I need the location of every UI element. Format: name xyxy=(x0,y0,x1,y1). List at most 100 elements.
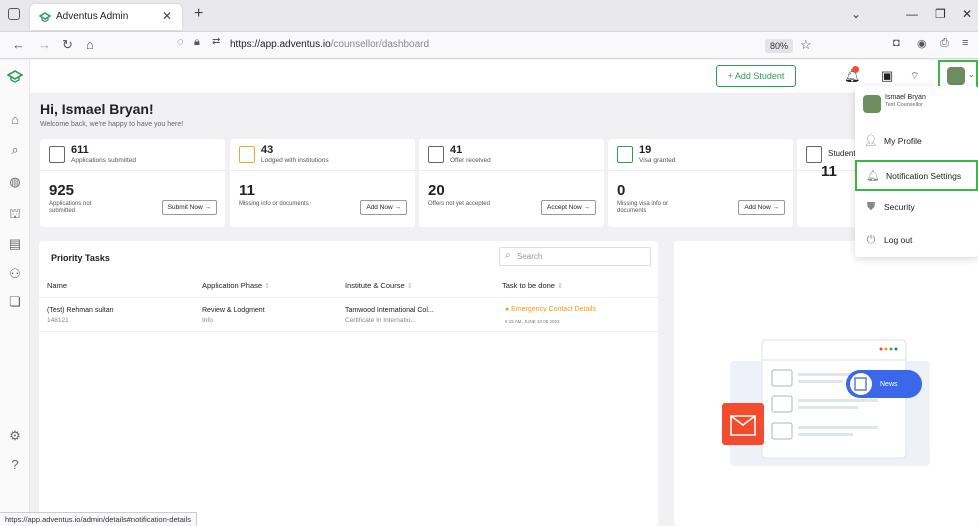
document-icon[interactable]: ▤ xyxy=(7,236,23,252)
files-icon[interactable]: ❏ xyxy=(7,294,23,310)
back-icon[interactable]: ← xyxy=(12,37,25,52)
application-phase: Review & Lodgment xyxy=(202,307,265,314)
home-icon[interactable]: ⌂ xyxy=(86,37,94,52)
avatar xyxy=(947,67,965,85)
stat-card-lodged: 43 Lodged with institutions 11 Missing i… xyxy=(230,139,415,227)
menu-item-notification-settings[interactable]: 🔔︎ Notification Settings xyxy=(855,160,978,191)
course-name: Certificate In Internatio... xyxy=(345,317,416,324)
column-label: Application Phase xyxy=(202,281,263,290)
chevron-down-icon[interactable]: ⌄ xyxy=(851,7,861,21)
menu-item-security[interactable]: ⛊ Security xyxy=(855,194,978,220)
close-tab-icon[interactable]: ✕ xyxy=(162,9,172,23)
search-icon[interactable]: ⌕ xyxy=(7,142,23,158)
forward-icon[interactable]: → xyxy=(38,37,51,52)
new-tab-icon[interactable]: + xyxy=(194,5,203,23)
sort-icon: ⇕ xyxy=(264,283,271,290)
search-input[interactable]: ⌕ Search xyxy=(499,247,651,266)
priority-tasks-title: Priority Tasks xyxy=(51,253,110,263)
card-count: 19 xyxy=(639,144,652,156)
sort-icon: ⇕ xyxy=(406,283,413,290)
stat-card-visa: 19 Visa granted 0 Missing visa info or d… xyxy=(608,139,793,227)
home-icon[interactable]: ⌂ xyxy=(7,112,23,128)
card-label: Visa granted xyxy=(639,157,676,164)
restore-icon[interactable]: ❐ xyxy=(935,7,946,21)
menu-item-log-out[interactable]: ⏻ Log out xyxy=(855,227,978,253)
search-placeholder: Search xyxy=(517,252,543,261)
menu-user-name: Ismael Bryan xyxy=(885,94,926,101)
card-header: 41 Offer received xyxy=(419,139,604,171)
task-to-do[interactable]: ● Emergency Contact Details xyxy=(505,306,596,313)
globe-icon[interactable]: ◍ xyxy=(7,174,23,190)
pocket-icon[interactable]: ◘ xyxy=(893,37,900,49)
add-student-button[interactable]: + Add Student xyxy=(716,65,796,87)
power-icon: ⏻ xyxy=(866,234,876,246)
card-description: Offers not yet accepted xyxy=(428,201,490,207)
news-label: News xyxy=(880,381,898,388)
accept-now-button[interactable]: Accept Now → xyxy=(541,200,596,215)
bookmark-star-icon[interactable]: ☆ xyxy=(800,37,812,53)
stat-card-applications: 611 Applications submitted 925 Applicati… xyxy=(40,139,225,227)
app-header: + Add Student 🔔︎ ▣ ⌔ ⌄ xyxy=(30,60,978,94)
column-header-institute[interactable]: Institute & Course ⇕ xyxy=(345,281,413,290)
news-panel: News xyxy=(674,241,978,526)
lock-icon[interactable]: 🔒︎ xyxy=(194,36,200,49)
column-header-name[interactable]: Name xyxy=(47,281,67,290)
close-window-icon[interactable]: ✕ xyxy=(962,7,972,21)
divider xyxy=(39,331,658,332)
rss-icon[interactable]: ⌔ xyxy=(910,70,919,83)
search-icon: ⌕ xyxy=(505,250,511,261)
card-header: 19 Visa granted xyxy=(608,139,793,171)
card-label: Applications submitted xyxy=(71,157,137,164)
add-now-button[interactable]: Add Now → xyxy=(738,200,785,215)
tab-title: Adventus Admin xyxy=(56,11,129,22)
divider xyxy=(39,297,658,298)
tab-list-icon[interactable] xyxy=(8,8,20,20)
column-header-phase[interactable]: Application Phase ⇕ xyxy=(202,281,270,290)
envelope-icon xyxy=(428,146,444,163)
adventus-logo-icon[interactable] xyxy=(7,68,23,84)
bell-icon: 🔔︎ xyxy=(866,170,880,182)
student-name[interactable]: (Test) Rehman sultan xyxy=(47,307,114,314)
building-icon xyxy=(239,146,255,163)
app-sidebar: ⌂ ⌕ ◍ ⛫ ▤ ⚇ ❏ ⚙ ? xyxy=(0,60,30,526)
browser-tab-bar: Adventus Admin ✕ + ⌄ — ❐ ✕ xyxy=(0,0,978,32)
chat-icon[interactable]: ▣ xyxy=(881,68,893,84)
extensions-icon[interactable]: ⎙ xyxy=(940,37,949,50)
institution-icon[interactable]: ⛫ xyxy=(7,206,23,222)
reload-icon[interactable]: ↻ xyxy=(62,37,73,53)
column-label: Institute & Course xyxy=(345,281,405,290)
zoom-level[interactable]: 80% xyxy=(765,39,793,53)
card-label: Lodged with institutions xyxy=(261,157,329,164)
card-count: 611 xyxy=(71,144,89,156)
help-icon[interactable]: ? xyxy=(7,457,23,473)
news-illustration xyxy=(722,339,930,466)
person-icon: 👤︎ xyxy=(864,135,878,147)
add-now-button[interactable]: Add Now → xyxy=(360,200,407,215)
menu-icon[interactable]: ≡ xyxy=(962,37,968,49)
card-count: 41 xyxy=(450,144,463,156)
stat-card-offers: 41 Offer received 20 Offers not yet acce… xyxy=(419,139,604,227)
card-description: Missing visa info or documents xyxy=(617,201,669,214)
menu-item-my-profile[interactable]: 👤︎ My Profile xyxy=(855,128,978,154)
users-icon[interactable]: ⚇ xyxy=(7,266,23,282)
url-bar[interactable]: ◌ 🔒︎ ⇄ https://app.adventus.io/counsello… xyxy=(170,36,820,56)
card-big-number: 925 xyxy=(49,182,75,199)
graduation-cap-icon xyxy=(806,146,822,163)
permissions-icon[interactable]: ⇄ xyxy=(212,36,220,47)
account-icon[interactable]: ◉ xyxy=(917,37,927,50)
browser-tab[interactable]: Adventus Admin ✕ xyxy=(30,4,182,30)
card-big-number: 11 xyxy=(821,163,837,180)
card-header: 611 Applications submitted xyxy=(40,139,225,171)
card-big-number: 20 xyxy=(428,182,445,199)
menu-user-role: Test Counsellor xyxy=(885,102,923,108)
card-label: Student xyxy=(828,149,856,158)
shield-icon[interactable]: ◌ xyxy=(177,36,184,48)
submit-now-button[interactable]: Submit Now → xyxy=(161,200,217,215)
card-label: Offer received xyxy=(450,157,491,164)
priority-tasks-panel: Priority Tasks ⌕ Search Name Application… xyxy=(39,241,658,526)
column-header-task[interactable]: Task to be done ⇕ xyxy=(502,281,563,290)
menu-avatar xyxy=(863,95,881,113)
settings-gear-icon[interactable]: ⚙ xyxy=(7,428,23,444)
minimize-icon[interactable]: — xyxy=(906,7,918,21)
card-count: 43 xyxy=(261,144,274,156)
